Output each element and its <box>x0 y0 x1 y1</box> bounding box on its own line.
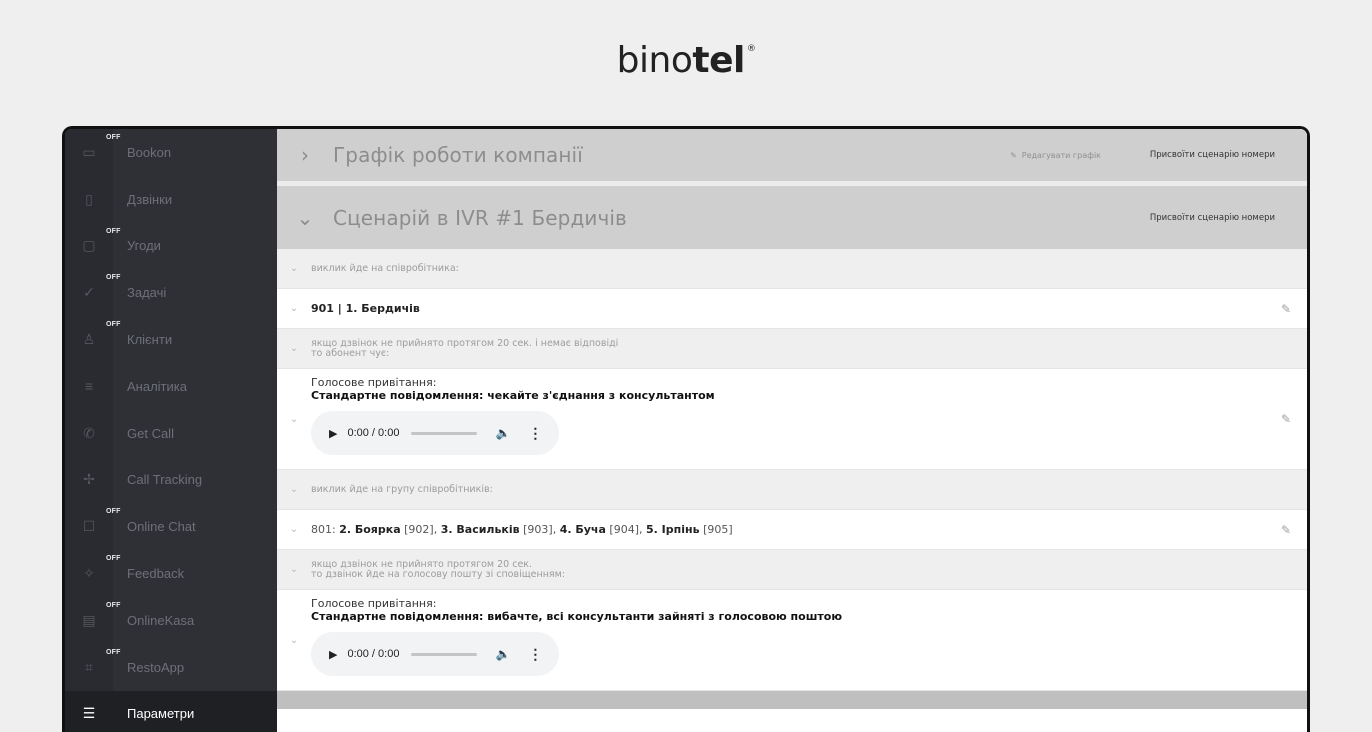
greeting-row[interactable]: ⌄ Голосове привітання: Стандартне повідо… <box>277 590 1307 691</box>
audio-time: 0:00 / 0:00 <box>347 427 400 439</box>
pencil-icon[interactable]: ✎ <box>1281 302 1291 316</box>
sidebar-item-label: Online Chat <box>127 519 196 535</box>
sidebar-item-get-call[interactable]: ✆ Get Call <box>65 409 277 457</box>
sidebar-item-analytics[interactable]: ≡ Аналітика <box>65 362 277 410</box>
settings-sliders-icon: ☰ <box>65 690 113 732</box>
assign-numbers-button[interactable]: Присвоїти сценарію номери <box>1150 150 1275 160</box>
sidebar-item-settings-sliders[interactable]: ☰ Параметри <box>65 690 277 732</box>
sidebar-item-label: Клієнти <box>127 332 173 348</box>
pencil-icon[interactable]: ✎ <box>1281 523 1291 537</box>
analytics-icon: ≡ <box>65 362 113 410</box>
play-icon[interactable]: ▶ <box>329 648 337 661</box>
sidebar-item-label: Угоди <box>127 238 161 254</box>
sidebar-item-label: RestoApp <box>127 659 185 675</box>
sidebar-item-call-tracking[interactable]: ✢ Call Tracking <box>65 456 277 504</box>
sidebar-item-label: Задачі <box>127 285 167 301</box>
off-badge: OFF <box>106 134 121 141</box>
pencil-icon[interactable]: ✎ <box>1281 412 1291 426</box>
sidebar-item-calendar-check[interactable]: ▭ OFF Bookon <box>65 129 277 176</box>
greeting-body: Голосове привітання: Стандартне повідомл… <box>311 369 715 469</box>
off-badge: OFF <box>106 555 121 563</box>
volume-icon[interactable]: 🔈 <box>495 647 510 661</box>
greeting-row[interactable]: ⌄ Голосове привітання: Стандартне повідо… <box>277 369 1307 470</box>
chevron-down-icon[interactable]: ⌄ <box>277 564 311 575</box>
sidebar-item-label: Дзвінки <box>127 191 173 207</box>
chevron-down-icon[interactable]: ⌄ <box>277 369 311 469</box>
audio-time: 0:00 / 0:00 <box>347 648 400 660</box>
audio-progress-track[interactable] <box>411 431 478 435</box>
chevron-down-icon[interactable]: ⌄ <box>277 263 311 274</box>
section-divider <box>277 691 1307 709</box>
sidebar-item-label: Feedback <box>127 566 185 582</box>
phone-log-icon: ▯ <box>65 175 113 223</box>
audio-player[interactable]: ▶ 0:00 / 0:00 🔈 ⋮ <box>311 632 559 676</box>
off-badge: OFF <box>106 601 121 609</box>
chevron-down-icon[interactable]: ⌄ <box>277 590 311 690</box>
sidebar-item-label: Call Tracking <box>127 472 203 488</box>
sidebar: ▭ OFF Bookon ▯ Дзвінки ▢ OFF Угоди ✓ OFF Задачі ♙ OF… <box>65 129 277 732</box>
schedule-title: Графік роботи компанії <box>333 143 583 167</box>
group-entry-row[interactable]: ⌄ 801: 2. Боярка [902], 3. Васильків [90… <box>277 510 1307 550</box>
app-window: ▭ OFF Bookon ▯ Дзвінки ▢ OFF Угоди ✓ OFF Задачі ♙ OF… <box>62 126 1310 732</box>
note-row: ⌄ якщо дзвінок не прийнято протягом 20 с… <box>277 550 1307 590</box>
note-row: ⌄ якщо дзвінок не прийнято протягом 20 с… <box>277 329 1307 369</box>
play-icon[interactable]: ▶ <box>329 427 337 440</box>
sidebar-item-chat[interactable]: ☐ OFF Online Chat <box>65 503 277 551</box>
audio-player[interactable]: ▶ 0:00 / 0:00 🔈 ⋮ <box>311 411 559 455</box>
sidebar-item-feedback[interactable]: ✧ OFF Feedback <box>65 550 277 597</box>
sidebar-item-label: Bookon <box>127 144 172 160</box>
off-badge: OFF <box>106 274 121 282</box>
greeting-body: Голосове привітання: Стандартне повідомл… <box>311 590 842 690</box>
edit-schedule-link[interactable]: ✎ Редагувати графік <box>1010 151 1101 160</box>
sidebar-item-phone-log[interactable]: ▯ Дзвінки <box>65 175 277 223</box>
sidebar-item-label: OnlineKasa <box>127 612 195 628</box>
note-row: ⌄ виклик йде на групу співробітників: <box>277 470 1307 510</box>
ivr-scenario-title: Сценарій в IVR #1 Бердичів <box>333 205 627 230</box>
audio-progress-track[interactable] <box>411 652 478 656</box>
schedule-header[interactable]: › Графік роботи компанії ✎ Редагувати гр… <box>277 129 1307 186</box>
sidebar-item-resto[interactable]: ⌗ OFF RestoApp <box>65 643 277 691</box>
chevron-down-icon[interactable]: ⌄ <box>277 303 311 314</box>
sidebar-item-check[interactable]: ✓ OFF Задачі <box>65 269 277 317</box>
pencil-icon: ✎ <box>1010 150 1017 160</box>
off-badge: OFF <box>106 508 121 516</box>
sidebar-item-cash-register[interactable]: ▤ OFF OnlineKasa <box>65 596 277 644</box>
employee-entry-row[interactable]: ⌄ 901 | 1. Бердичів ✎ <box>277 289 1307 329</box>
get-call-icon: ✆ <box>65 409 113 457</box>
more-options-icon[interactable]: ⋮ <box>528 425 542 442</box>
chevron-down-icon[interactable]: ⌄ <box>277 484 311 495</box>
chevron-down-icon[interactable]: ⌄ <box>277 524 311 535</box>
chevron-down-icon[interactable]: ⌄ <box>277 343 311 354</box>
off-badge: OFF <box>106 227 121 235</box>
sidebar-item-label: Get Call <box>127 425 174 441</box>
chevron-right-icon[interactable]: › <box>277 143 333 167</box>
sidebar-item-label: Аналітика <box>127 378 187 394</box>
more-options-icon[interactable]: ⋮ <box>528 646 542 663</box>
ivr-scenario-header[interactable]: ⌄ Сценарій в IVR #1 Бердичів Присвоїти с… <box>277 186 1307 249</box>
call-tracking-icon: ✢ <box>65 456 113 504</box>
assign-numbers-button-2[interactable]: Присвоїти сценарію номери <box>1150 213 1275 223</box>
chevron-down-icon[interactable]: ⌄ <box>277 206 333 230</box>
sidebar-item-deals[interactable]: ▢ OFF Угоди <box>65 222 277 270</box>
off-badge: OFF <box>106 648 121 656</box>
note-row: ⌄ виклик йде на співробітника: <box>277 249 1307 289</box>
app-inner: ▭ OFF Bookon ▯ Дзвінки ▢ OFF Угоди ✓ OFF Задачі ♙ OF… <box>65 129 1307 732</box>
sidebar-item-label: Параметри <box>127 706 195 722</box>
volume-icon[interactable]: 🔈 <box>495 426 510 440</box>
sidebar-item-user[interactable]: ♙ OFF Клієнти <box>65 316 277 363</box>
binotel-logo: binotel ® <box>616 40 756 81</box>
off-badge: OFF <box>106 321 121 329</box>
main-content: › Графік роботи компанії ✎ Редагувати гр… <box>277 129 1307 732</box>
